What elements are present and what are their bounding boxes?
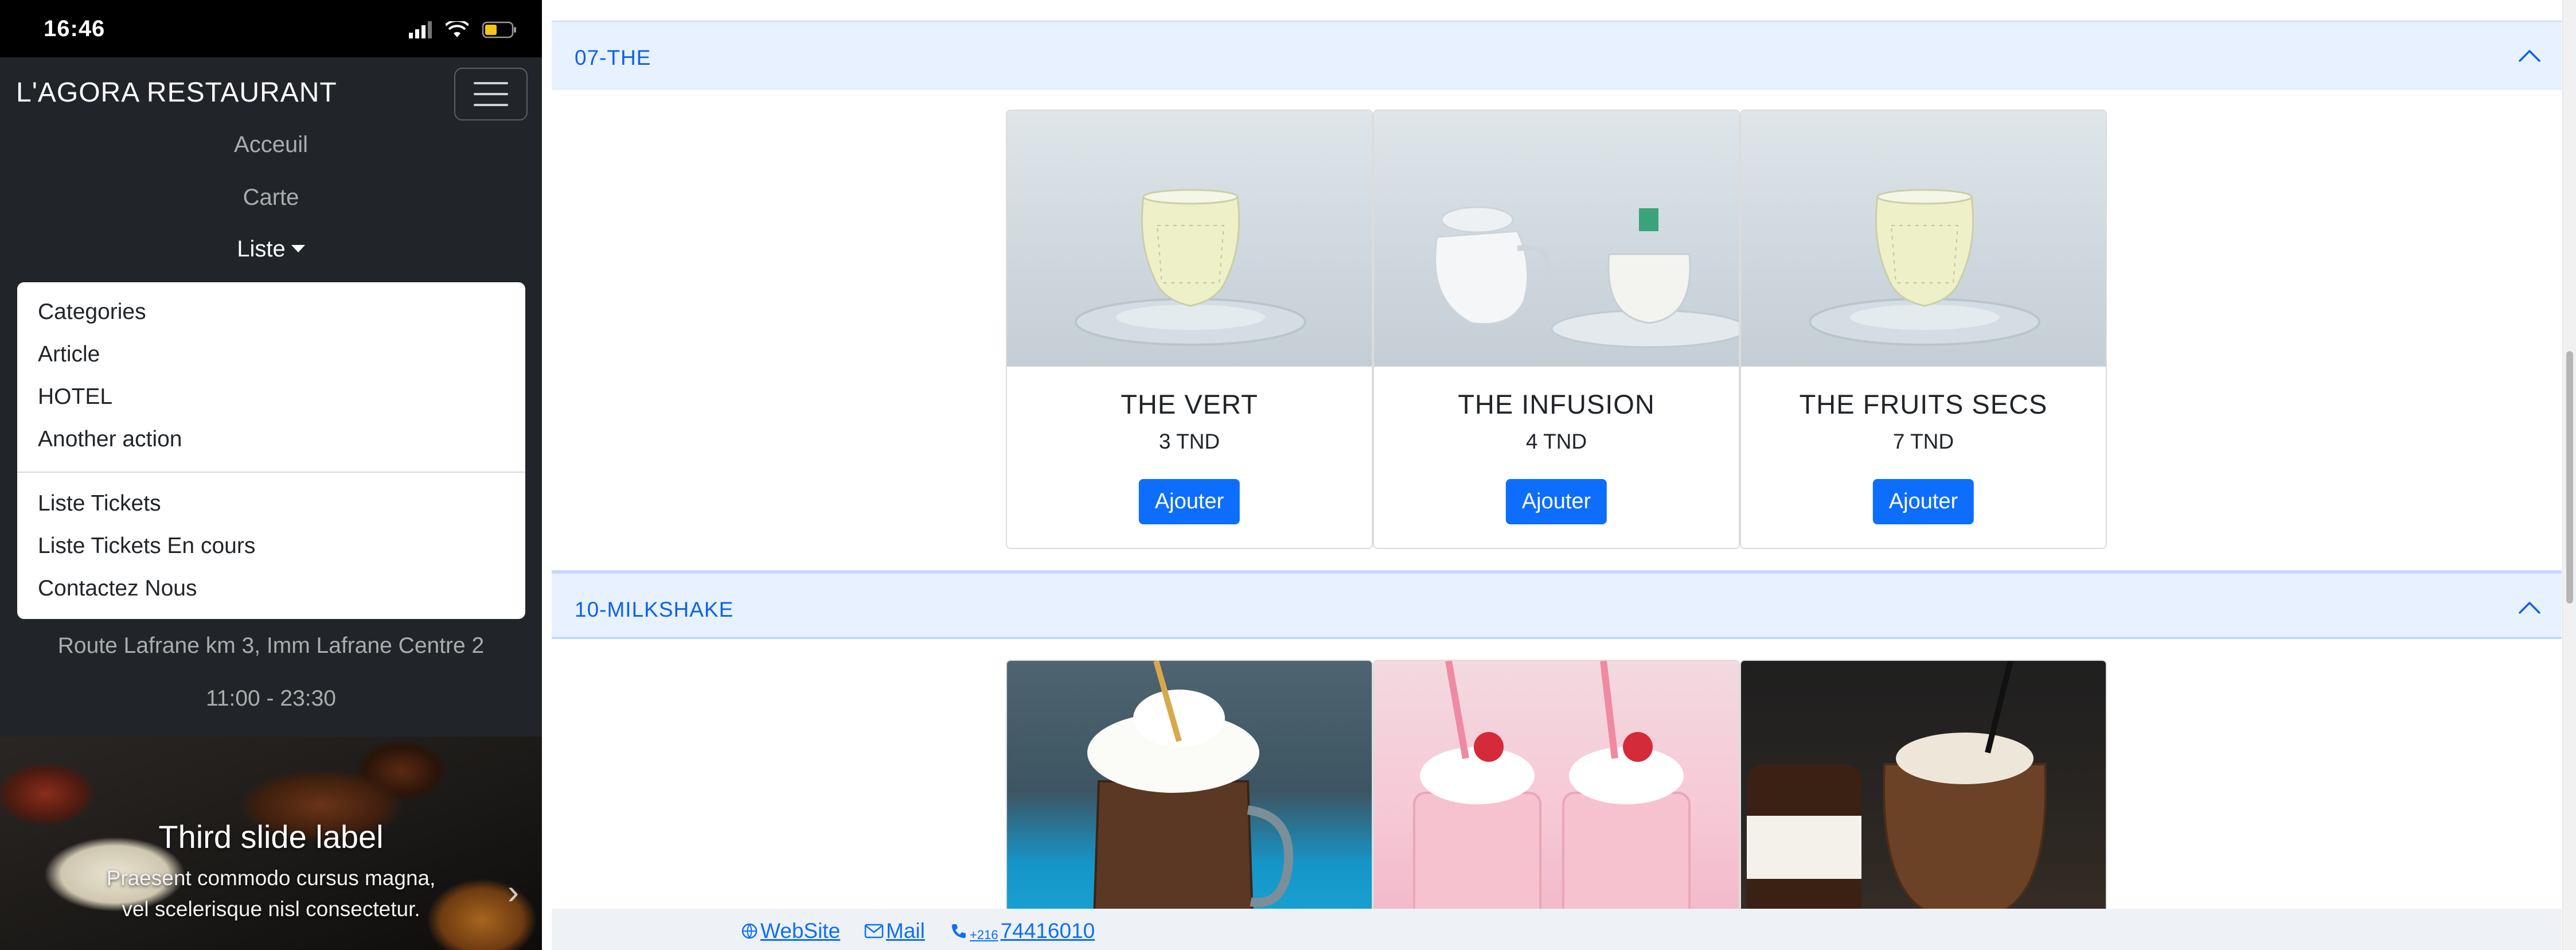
hamburger-menu-icon	[474, 82, 508, 106]
product-card: THE VERT 3 TND Ajouter	[1006, 110, 1373, 549]
product-image	[1007, 111, 1372, 367]
status-bar: 16:46	[0, 0, 542, 57]
website-link[interactable]: WebSite	[741, 919, 840, 943]
wifi-icon	[446, 21, 469, 37]
page-scrollbar[interactable]	[2562, 0, 2576, 950]
product-card	[1740, 660, 2107, 950]
nav-link-carte[interactable]: Carte	[0, 185, 542, 211]
dropdown-item-hotel[interactable]: HOTEL	[38, 384, 112, 410]
dropdown-item-contactez-nous[interactable]: Contactez Nous	[38, 576, 197, 601]
chevron-up-icon	[2519, 50, 2540, 62]
product-name: THE VERT	[1121, 389, 1258, 419]
mail-link[interactable]: Mail	[864, 919, 925, 943]
dropdown-item-another-action[interactable]: Another action	[38, 427, 182, 452]
product-image	[1374, 111, 1739, 367]
navbar-toggler-button[interactable]	[454, 68, 528, 120]
mobile-preview-panel: 16:46 L'AGORA RESTAURANT Acceuil Carte L…	[0, 0, 542, 950]
dropdown-menu: Categories Article HOTEL Another action …	[17, 282, 525, 619]
product-image	[1374, 661, 1739, 949]
phone-icon	[951, 924, 966, 939]
product-card	[1373, 660, 1740, 950]
signal-icon	[409, 21, 432, 38]
product-price: 3 TND	[1158, 430, 1220, 453]
mail-icon	[864, 924, 884, 939]
nav-dropdown-liste[interactable]: Liste	[0, 236, 542, 262]
dropdown-item-liste-tickets[interactable]: Liste Tickets	[38, 491, 161, 516]
accordion-title: 07-THE	[575, 46, 651, 69]
carousel-slide-label: Third slide label	[158, 819, 384, 855]
add-to-cart-button[interactable]: Ajouter	[1872, 479, 1974, 524]
menu-page: 07-THE THE VERT 3 TND Ajouter THE INFUSI…	[542, 0, 2576, 950]
strawberry-milkshake-image	[1413, 661, 1691, 949]
globe-icon	[741, 923, 758, 939]
status-time: 16:46	[44, 16, 106, 41]
tea-infusion-image	[1434, 206, 1739, 348]
carousel-next-icon[interactable]: ›	[508, 872, 519, 912]
product-name: THE INFUSION	[1458, 389, 1655, 419]
carousel-caption-line-1: Praesent commodo cursus magna,	[106, 866, 436, 890]
footer-bar: WebSite Mail +216 74416010	[552, 909, 2562, 950]
product-name: THE FRUITS SECS	[1799, 389, 2048, 419]
dropdown-item-liste-tickets-en-cours[interactable]: Liste Tickets En cours	[38, 534, 255, 559]
scrollbar-thumb[interactable]	[2566, 351, 2573, 604]
caret-down-icon	[291, 244, 305, 252]
battery-icon	[482, 21, 516, 38]
phone-link[interactable]: +216 74416010	[950, 919, 1095, 943]
website-link-label: WebSite	[760, 919, 841, 943]
accordion-header-milkshake[interactable]: 10-MILKSHAKE	[552, 570, 2562, 639]
carousel-slide[interactable]: Third slide label Praesent commodo cursu…	[0, 737, 542, 950]
opening-hours: 11:00 - 23:30	[206, 686, 336, 711]
phone-number: 74416010	[1000, 919, 1095, 943]
product-price: 4 TND	[1525, 430, 1587, 453]
product-card: THE FRUITS SECS 7 TND Ajouter	[1740, 110, 2107, 549]
dropdown-item-categories[interactable]: Categories	[38, 299, 146, 325]
product-card: THE INFUSION 4 TND Ajouter	[1373, 110, 1740, 549]
chevron-up-icon	[2519, 602, 2540, 614]
product-card	[1006, 660, 1373, 950]
nav-link-accueil[interactable]: Acceuil	[0, 132, 542, 158]
accordion-header-the[interactable]: 07-THE	[552, 21, 2562, 89]
add-to-cart-button[interactable]: Ajouter	[1505, 479, 1607, 524]
nav-dropdown-liste-label: Liste	[237, 236, 286, 262]
mail-link-label: Mail	[886, 919, 925, 943]
status-icons	[409, 18, 517, 41]
nutella-milkshake-image	[1747, 661, 2047, 949]
product-price: 7 TND	[1892, 430, 1954, 453]
navbar-brand[interactable]: L'AGORA RESTAURANT	[16, 77, 337, 108]
product-image	[1741, 111, 2106, 367]
restaurant-address: Route Lafrane km 3, Imm Lafrane Centre 2	[57, 633, 485, 658]
phone-prefix: +216	[970, 928, 998, 942]
add-to-cart-button[interactable]: Ajouter	[1138, 479, 1240, 524]
chocolate-milkshake-image	[1087, 661, 1294, 949]
product-image	[1741, 661, 2106, 949]
accordion-title: 10-MILKSHAKE	[575, 598, 734, 621]
product-image	[1007, 661, 1372, 949]
dropdown-divider	[17, 472, 525, 473]
carousel-slide-caption: Praesent commodo cursus magna, vel scele…	[0, 863, 542, 925]
carousel-caption-line-2: vel scelerisque nisl consectetur.	[122, 897, 420, 921]
dropdown-item-article[interactable]: Article	[38, 342, 100, 367]
tea-glass-image	[1809, 189, 2040, 346]
tea-glass-image	[1075, 189, 1306, 346]
